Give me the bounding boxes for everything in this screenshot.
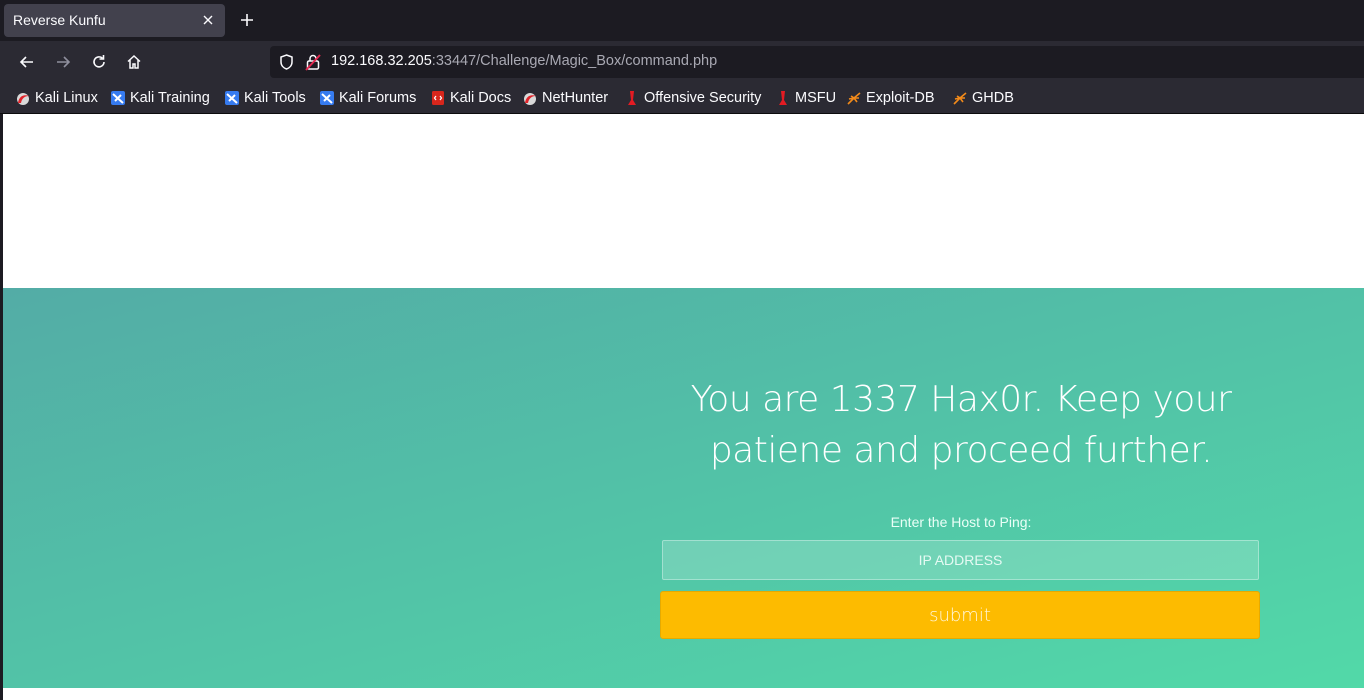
exploitdb-icon — [953, 92, 967, 105]
navigation-toolbar: 192.168.32.205:33447/Challenge/Magic_Box… — [0, 41, 1364, 83]
home-icon[interactable] — [125, 53, 143, 71]
bookmark-label: MSFU — [795, 90, 837, 106]
kali-dragon-icon — [111, 91, 125, 105]
bookmark-label: Kali Docs — [450, 90, 512, 106]
tab-strip: Reverse Kunfu — [0, 0, 1364, 41]
bookmark-label: Offensive Security — [644, 90, 762, 106]
kali-icon — [17, 93, 29, 105]
tab-title: Reverse Kunfu — [13, 12, 106, 28]
kali-docs-icon — [432, 91, 444, 105]
ip-address-input[interactable] — [662, 540, 1259, 580]
forward-icon[interactable] — [54, 53, 72, 71]
insecure-lock-icon[interactable] — [305, 53, 321, 71]
bookmark-label: NetHunter — [542, 90, 609, 106]
bookmark-label: Kali Training — [130, 90, 210, 106]
close-icon[interactable] — [201, 13, 215, 27]
bookmarks-toolbar: Kali Linux Kali Training Kali Tools Kali… — [0, 83, 1364, 114]
bookmark-exploit-db[interactable]: Exploit-DB — [846, 89, 935, 107]
url-text[interactable]: 192.168.32.205:33447/Challenge/Magic_Box… — [331, 53, 717, 69]
back-icon[interactable] — [18, 53, 36, 71]
bookmark-kali-tools[interactable]: Kali Tools — [224, 89, 306, 107]
ping-host-label: Enter the Host to Ping: — [890, 514, 1032, 530]
bookmark-msfu[interactable]: MSFU — [775, 89, 836, 107]
bookmark-label: GHDB — [972, 90, 1014, 106]
exploitdb-icon — [847, 92, 861, 105]
bookmark-ghdb[interactable]: GHDB — [952, 89, 1014, 107]
hero-headline: You are 1337 Hax0r. Keep your patiene an… — [690, 379, 1232, 471]
kali-icon — [524, 93, 536, 105]
bookmark-kali-docs[interactable]: Kali Docs — [430, 89, 511, 107]
url-path: :33447/Challenge/Magic_Box/command.php — [431, 53, 718, 69]
reload-icon[interactable] — [90, 53, 108, 71]
bookmark-nethunter[interactable]: NetHunter — [522, 89, 608, 107]
bookmark-kali-forums[interactable]: Kali Forums — [319, 89, 416, 107]
bookmark-kali-training[interactable]: Kali Training — [110, 89, 210, 107]
offsec-icon — [779, 91, 787, 105]
bookmark-label: Kali Linux — [35, 90, 98, 106]
browser-tab[interactable]: Reverse Kunfu — [4, 4, 225, 37]
bookmark-kali-linux[interactable]: Kali Linux — [15, 89, 98, 107]
bookmark-label: Exploit-DB — [866, 90, 935, 106]
submit-button[interactable]: submit — [660, 591, 1260, 639]
shield-icon[interactable] — [278, 53, 295, 71]
bookmark-label: Kali Forums — [339, 90, 417, 106]
new-tab-icon[interactable] — [238, 11, 256, 29]
bookmark-offensive-security[interactable]: Offensive Security — [624, 89, 761, 107]
address-bar[interactable]: 192.168.32.205:33447/Challenge/Magic_Box… — [270, 46, 1364, 78]
offsec-icon — [628, 91, 636, 105]
bookmark-label: Kali Tools — [244, 90, 306, 106]
url-host: 192.168.32.205 — [331, 53, 432, 69]
kali-dragon-icon — [320, 91, 334, 105]
hero-section: You are 1337 Hax0r. Keep your patiene an… — [3, 288, 1364, 688]
kali-dragon-icon — [225, 91, 239, 105]
